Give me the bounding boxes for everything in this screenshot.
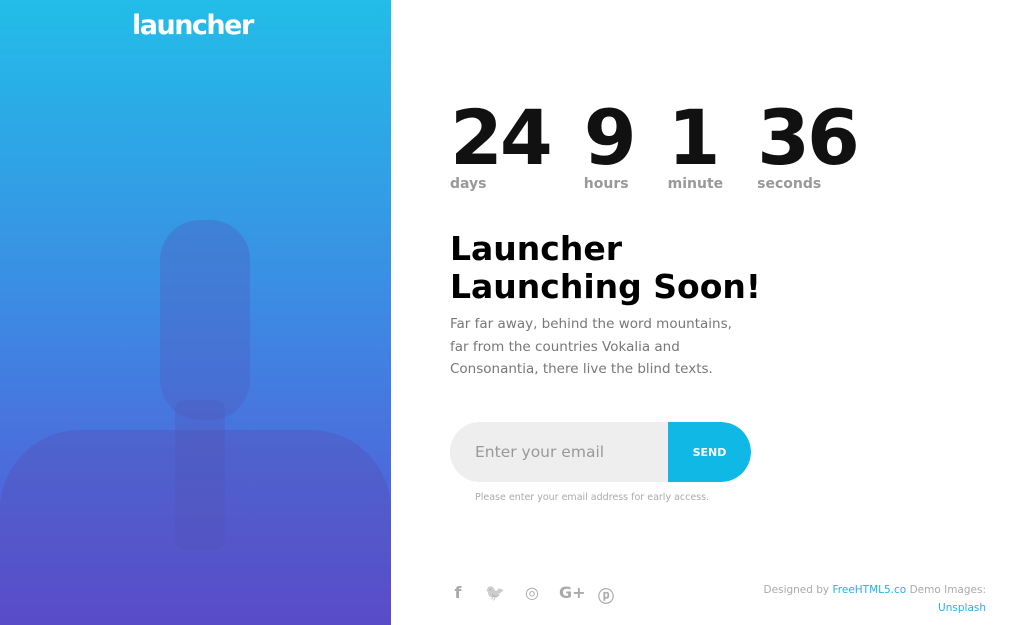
footer-credits: Designed by FreeHTML5.co Demo Images: Un…	[764, 581, 986, 617]
countdown-seconds: 36 seconds	[757, 93, 860, 193]
minutes-value: 1	[667, 93, 721, 182]
title-line-1: Launcher	[450, 229, 622, 268]
email-input[interactable]	[450, 422, 668, 482]
countdown-days: 24 days	[450, 93, 553, 193]
countdown: 24 days 9 hours 1 minute 36 seconds	[450, 93, 891, 193]
page-title: Launcher Launching Soon!	[450, 230, 761, 306]
hours-value: 9	[583, 93, 637, 182]
hero-image-panel: launcher	[0, 0, 391, 625]
form-hint: Please enter your email address for earl…	[475, 492, 710, 503]
unsplash-link[interactable]: Unsplash	[938, 602, 986, 614]
rocks	[0, 430, 391, 625]
hours-label: hours	[583, 176, 629, 192]
description: Far far away, behind the word mountains,…	[450, 316, 732, 377]
countdown-hours: 9 hours	[583, 93, 637, 193]
send-button[interactable]: SEND	[668, 422, 751, 482]
designed-by-text: Designed by	[763, 584, 830, 596]
countdown-minutes: 1 minute	[667, 93, 724, 193]
demo-images-text: Demo Images:	[909, 584, 986, 596]
designer-link[interactable]: FreeHTML5.co	[833, 584, 907, 596]
google-plus-icon[interactable]: G+	[559, 583, 586, 607]
title-line-2: Launching Soon!	[450, 267, 761, 306]
days-value: 24	[450, 93, 553, 182]
twitter-icon[interactable]: 🐦	[485, 583, 505, 607]
logo[interactable]: launcher	[132, 10, 254, 41]
facebook-icon[interactable]: f	[448, 583, 468, 607]
minutes-label: minute	[667, 176, 724, 192]
hiker-silhouette	[160, 220, 250, 420]
subscribe-form: SEND	[450, 422, 751, 482]
pinterest-icon[interactable]: ⓟ	[596, 583, 616, 607]
seconds-value: 36	[757, 93, 860, 182]
social-links: f 🐦 ◎ G+ ⓟ	[448, 583, 616, 607]
instagram-icon[interactable]: ◎	[522, 583, 542, 607]
